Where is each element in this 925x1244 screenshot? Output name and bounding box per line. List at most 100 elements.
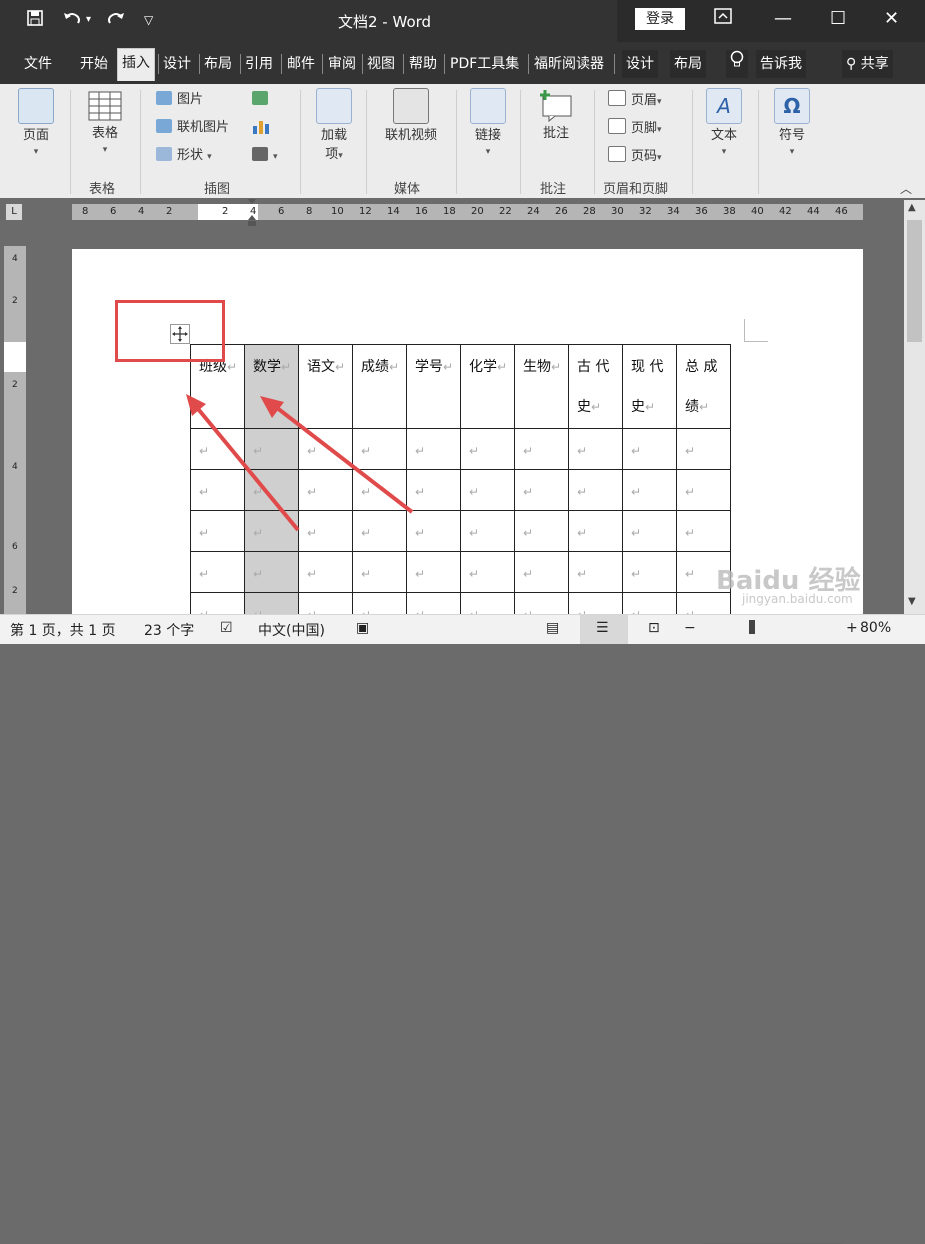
table-cell[interactable]: ↵ — [568, 469, 623, 511]
text-button[interactable]: A 文本 ▾ — [702, 88, 746, 158]
tab-pdf-tools[interactable]: PDF工具集 — [446, 50, 523, 78]
paragraph-mark: ↵ — [469, 526, 480, 540]
word-count[interactable]: 23 个字 — [144, 620, 194, 640]
tab-insert[interactable]: 插入 — [117, 48, 155, 81]
tab-view[interactable]: 视图 — [363, 50, 399, 78]
vertical-scrollbar[interactable]: ▲ ▼ — [904, 200, 925, 614]
header-button[interactable]: 页眉▾ — [608, 90, 662, 110]
table-cell[interactable]: ↵ — [406, 551, 461, 593]
footer-button[interactable]: 页脚▾ — [608, 118, 662, 138]
table-cell[interactable]: ↵ — [568, 428, 623, 470]
table-cell[interactable]: ↵ — [460, 469, 515, 511]
group-label-media: 媒体 — [394, 182, 421, 197]
video-icon — [393, 88, 429, 124]
language-indicator[interactable]: 中文(中国) — [258, 620, 325, 640]
horizontal-ruler[interactable]: L 8 6 4 2 2 4 6 8 10 12 14 16 18 20 22 2… — [0, 198, 925, 228]
table-cell[interactable]: ↵ — [514, 469, 569, 511]
table-cell[interactable]: ↵ — [568, 510, 623, 552]
tab-review[interactable]: 审阅 — [324, 50, 360, 78]
read-mode-icon[interactable]: ▤ — [546, 620, 559, 636]
comment-button[interactable]: 批注 — [534, 88, 578, 141]
table-cell[interactable]: ↵ — [514, 551, 569, 593]
maximize-icon[interactable]: ☐ — [830, 8, 846, 30]
shapes-button[interactable]: 形状 ▾ — [156, 146, 212, 166]
table-cell[interactable]: ↵ — [676, 428, 731, 470]
tab-references[interactable]: 引用 — [241, 50, 277, 78]
lightbulb-icon[interactable] — [726, 50, 748, 78]
close-icon[interactable]: ✕ — [884, 8, 899, 30]
table-cell[interactable]: ↵ — [190, 551, 245, 593]
table-cell[interactable]: ↵ — [676, 469, 731, 511]
tab-layout[interactable]: 布局 — [200, 50, 236, 78]
table-cell[interactable]: ↵ — [622, 428, 677, 470]
links-button[interactable]: 链接 ▾ — [466, 88, 510, 158]
table-cell[interactable]: ↵ — [676, 510, 731, 552]
screenshot-icon[interactable]: ▾ — [252, 146, 278, 166]
table-cell[interactable]: ↵ — [568, 551, 623, 593]
tab-design[interactable]: 设计 — [159, 50, 195, 78]
undo-icon[interactable] — [62, 9, 82, 33]
table-cell[interactable]: ↵ — [622, 469, 677, 511]
table-cell[interactable]: ↵ — [298, 551, 353, 593]
tab-file[interactable]: 文件 — [20, 50, 56, 78]
tab-foxit-reader[interactable]: 福昕阅读器 — [530, 50, 608, 78]
tab-divider — [322, 54, 323, 74]
login-button[interactable]: 登录 — [635, 8, 685, 30]
table-cell[interactable]: ↵ — [460, 428, 515, 470]
chart-icon[interactable] — [252, 118, 270, 138]
tab-help[interactable]: 帮助 — [405, 50, 441, 78]
comment-label: 批注 — [542, 126, 569, 141]
save-icon[interactable] — [26, 9, 44, 33]
tab-selector[interactable]: L — [6, 204, 22, 220]
tab-table-design[interactable]: 设计 — [622, 50, 658, 78]
page-count[interactable]: 第 1 页，共 1 页 — [10, 620, 116, 640]
scrollbar-thumb[interactable] — [907, 220, 922, 342]
tab-mailings[interactable]: 邮件 — [283, 50, 319, 78]
chevron-down-icon: ▾ — [657, 97, 662, 107]
zoom-slider-thumb[interactable] — [749, 620, 755, 634]
online-video-button[interactable]: 联机视频 — [378, 88, 444, 143]
tell-me-search[interactable]: 告诉我 — [756, 50, 806, 78]
table-cell[interactable]: 化学↵ — [460, 344, 515, 429]
collapse-ribbon-icon[interactable]: ︿ — [900, 180, 912, 197]
online-pictures-button[interactable]: 联机图片 — [156, 118, 229, 138]
table-cell[interactable]: 生物↵ — [514, 344, 569, 429]
zoom-level[interactable]: 80% — [860, 620, 891, 636]
undo-dropdown-icon[interactable]: ▾ — [86, 9, 91, 31]
minimize-icon[interactable]: — — [774, 8, 792, 30]
page-number-button[interactable]: 页码▾ — [608, 146, 662, 166]
scroll-down-icon[interactable]: ▼ — [908, 596, 916, 607]
table-cell[interactable]: ↵ — [622, 551, 677, 593]
customize-icon[interactable]: ▽ — [144, 9, 153, 31]
share-button[interactable]: ⚲ 共享 — [842, 50, 893, 78]
zoom-in-icon[interactable]: + — [846, 620, 858, 636]
accessibility-icon[interactable]: ▣ — [356, 620, 369, 636]
table-cell[interactable]: ↵ — [460, 510, 515, 552]
redo-icon[interactable] — [106, 9, 126, 33]
scroll-up-icon[interactable]: ▲ — [908, 202, 916, 213]
symbols-button[interactable]: Ω 符号 ▾ — [770, 88, 814, 158]
vertical-ruler[interactable]: 4 2 2 4 6 2 — [4, 246, 26, 614]
ribbon-display-icon[interactable] — [714, 8, 732, 30]
pages-button[interactable]: 页面 ▾ — [14, 88, 58, 158]
table-cell[interactable]: ↵ — [352, 551, 407, 593]
table-cell[interactable]: 总 成绩↵ — [676, 344, 731, 429]
web-layout-icon[interactable]: ⊡ — [648, 620, 660, 636]
pictures-button[interactable]: 图片 — [156, 90, 203, 110]
table-cell[interactable]: ↵ — [622, 510, 677, 552]
table-cell[interactable]: 古 代史↵ — [568, 344, 623, 429]
table-button[interactable]: 表格 ▾ — [82, 88, 128, 156]
tab-table-layout[interactable]: 布局 — [670, 50, 706, 78]
table-cell-selected[interactable]: ↵ — [244, 551, 299, 593]
addins-button[interactable]: 加载 项▾ — [312, 88, 356, 162]
table-cell[interactable]: ↵ — [514, 510, 569, 552]
table-cell[interactable]: 现 代史↵ — [622, 344, 677, 429]
ruler-number: 42 — [779, 206, 792, 217]
table-cell[interactable]: ↵ — [514, 428, 569, 470]
zoom-out-icon[interactable]: − — [684, 620, 696, 636]
smartart-icon[interactable] — [252, 90, 273, 110]
proofing-icon[interactable]: ☑ — [220, 620, 233, 636]
tab-home[interactable]: 开始 — [76, 50, 112, 78]
table-cell[interactable]: ↵ — [460, 551, 515, 593]
header-icon — [608, 90, 626, 106]
